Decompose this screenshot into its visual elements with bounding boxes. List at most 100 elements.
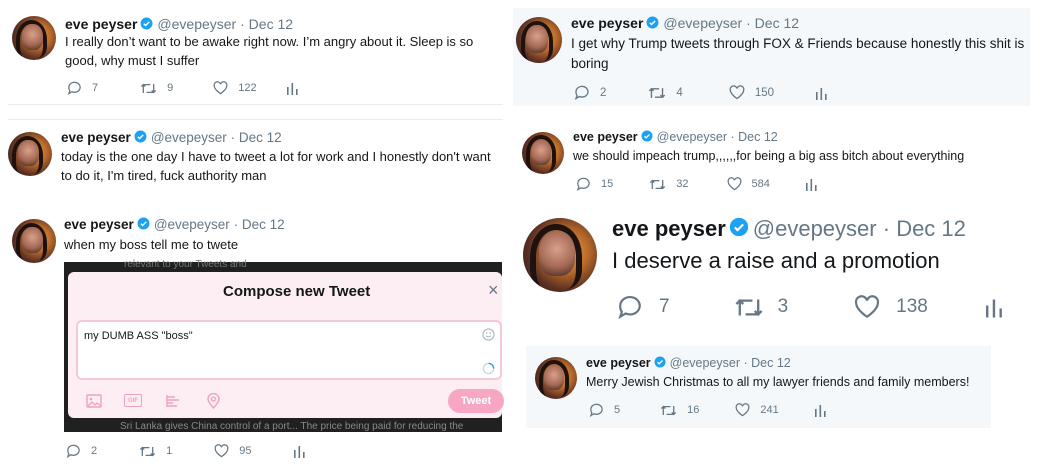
author-handle[interactable]: @evepeyser — [753, 216, 877, 241]
author-handle[interactable]: @evepeyser — [151, 130, 227, 145]
tweet-actions: 2 4 150 — [574, 85, 828, 100]
like-button[interactable]: 95 — [214, 444, 252, 458]
tweet-card[interactable]: eve peyser @evepeyser · Dec 12 Merry Jewi… — [526, 346, 991, 428]
reply-button[interactable]: 5 — [589, 403, 620, 417]
author-handle[interactable]: @evepeyser — [657, 130, 727, 144]
retweet-button[interactable]: 16 — [660, 404, 699, 417]
author-handle[interactable]: @evepeyser — [670, 356, 740, 370]
tweet-card[interactable]: eve peyser @evepeyser · Dec 12 we should … — [513, 120, 1030, 205]
avatar[interactable] — [8, 132, 52, 176]
tweet-card[interactable]: eve peyser @evepeyser · Dec 12 when my bo… — [0, 205, 505, 475]
author-name[interactable]: eve peyser — [65, 16, 137, 32]
like-count: 584 — [751, 178, 770, 190]
tweet-date[interactable]: Dec 12 — [249, 16, 293, 32]
retweet-button[interactable]: 4 — [648, 86, 683, 100]
retweet-button[interactable]: 1 — [139, 445, 172, 458]
gif-label: GIF — [128, 397, 138, 404]
author-handle[interactable]: @evepeyser — [663, 15, 742, 31]
like-button[interactable]: 150 — [729, 85, 774, 100]
compose-dialog: Compose new Tweet × my DUMB ASS "boss" G… — [68, 272, 504, 418]
tweet-button[interactable]: Tweet — [448, 389, 504, 413]
avatar[interactable] — [12, 16, 56, 60]
author-handle[interactable]: @evepeyser — [154, 217, 230, 232]
author-name[interactable]: eve peyser — [612, 216, 726, 241]
image-icon[interactable] — [86, 394, 102, 408]
heart-icon — [729, 85, 745, 100]
heart-icon — [213, 81, 228, 95]
analytics-button[interactable] — [286, 81, 299, 95]
analytics-icon — [816, 87, 827, 100]
like-count: 95 — [239, 445, 252, 457]
tweet-card[interactable]: eve peyser @evepeyser · Dec 12 I deserve … — [513, 208, 1038, 338]
tweet-header: eve peyser @evepeyser · Dec 12 — [64, 217, 285, 233]
avatar[interactable] — [516, 17, 562, 63]
analytics-icon — [985, 299, 1002, 318]
tweet-date[interactable]: Dec 12 — [738, 130, 778, 144]
reply-button[interactable]: 7 — [617, 295, 670, 319]
reply-button[interactable]: 7 — [67, 81, 98, 95]
tweet-card[interactable]: eve peyser @evepeyser · Dec 12 I get why … — [513, 8, 1030, 106]
author-name[interactable]: eve peyser — [586, 356, 651, 370]
close-icon[interactable]: × — [488, 280, 499, 301]
verified-badge-icon — [137, 217, 150, 233]
heart-icon — [855, 295, 880, 319]
author-name[interactable]: eve peyser — [64, 217, 134, 232]
reply-count: 15 — [601, 178, 614, 190]
analytics-button[interactable] — [814, 403, 827, 417]
tweet-date[interactable]: Dec 12 — [755, 15, 799, 31]
tweet-card[interactable]: eve peyser @evepeyser · Dec 12 I really d… — [0, 0, 505, 104]
reply-button[interactable]: 2 — [66, 444, 97, 458]
analytics-button[interactable] — [985, 295, 1004, 319]
compose-input[interactable]: my DUMB ASS "boss" — [76, 320, 502, 380]
tweet-actions: 5 16 241 — [589, 403, 827, 417]
tweet-date[interactable]: Dec 12 — [242, 217, 285, 232]
retweet-icon — [735, 298, 763, 316]
poll-icon[interactable] — [165, 394, 181, 408]
tweet-header: eve peyser @evepeyser · Dec 12 — [612, 216, 966, 243]
author-handle[interactable]: @evepeyser — [157, 16, 236, 32]
author-name[interactable]: eve peyser — [571, 15, 643, 31]
avatar[interactable] — [522, 132, 564, 174]
avatar[interactable] — [523, 218, 597, 292]
gif-icon[interactable]: GIF — [124, 394, 142, 407]
analytics-button[interactable] — [816, 86, 828, 100]
background-text: relevant to your Tweets and — [124, 259, 247, 269]
tweet-actions: 7 3 138 — [617, 295, 1004, 319]
retweet-button[interactable]: 9 — [140, 82, 173, 95]
like-button[interactable]: 584 — [727, 177, 770, 191]
reply-icon — [66, 444, 80, 458]
emoji-icon[interactable] — [482, 328, 495, 341]
tweet-header: eve peyser @evepeyser · Dec 12 — [61, 130, 282, 146]
verified-badge-icon — [140, 17, 153, 33]
retweet-button[interactable]: 3 — [734, 296, 788, 319]
reply-count: 7 — [659, 296, 670, 317]
analytics-icon — [293, 446, 305, 458]
analytics-button[interactable] — [293, 444, 306, 458]
like-button[interactable]: 241 — [735, 403, 779, 417]
reply-button[interactable]: 15 — [576, 177, 613, 191]
author-name[interactable]: eve peyser — [573, 130, 638, 144]
verified-badge-icon — [646, 16, 659, 32]
tweet-date[interactable]: Dec 12 — [896, 216, 966, 241]
separator-dot: · — [730, 130, 735, 144]
retweet-button[interactable]: 32 — [649, 178, 689, 191]
like-button[interactable]: 122 — [213, 81, 257, 95]
reply-icon — [67, 81, 81, 95]
like-button[interactable]: 138 — [854, 295, 928, 319]
embedded-screenshot[interactable]: relevant to your Tweets and Compose new … — [64, 259, 504, 432]
tweet-header: eve peyser @evepeyser · Dec 12 — [586, 356, 791, 371]
analytics-icon — [286, 83, 298, 95]
tweet-actions: 2 1 95 — [66, 444, 306, 458]
avatar[interactable] — [12, 219, 56, 263]
location-icon[interactable] — [207, 393, 220, 409]
tweet-card[interactable]: eve peyser @evepeyser · Dec 12 today is t… — [0, 120, 505, 200]
reply-icon — [576, 177, 590, 191]
tweet-text: I get why Trump tweets through FOX & Fri… — [571, 36, 1025, 71]
avatar[interactable] — [535, 357, 577, 399]
reply-button[interactable]: 2 — [574, 85, 606, 100]
tweet-date[interactable]: Dec 12 — [239, 130, 282, 145]
like-count: 150 — [754, 86, 774, 99]
tweet-date[interactable]: Dec 12 — [751, 356, 791, 370]
author-name[interactable]: eve peyser — [61, 130, 131, 145]
analytics-button[interactable] — [805, 177, 818, 191]
